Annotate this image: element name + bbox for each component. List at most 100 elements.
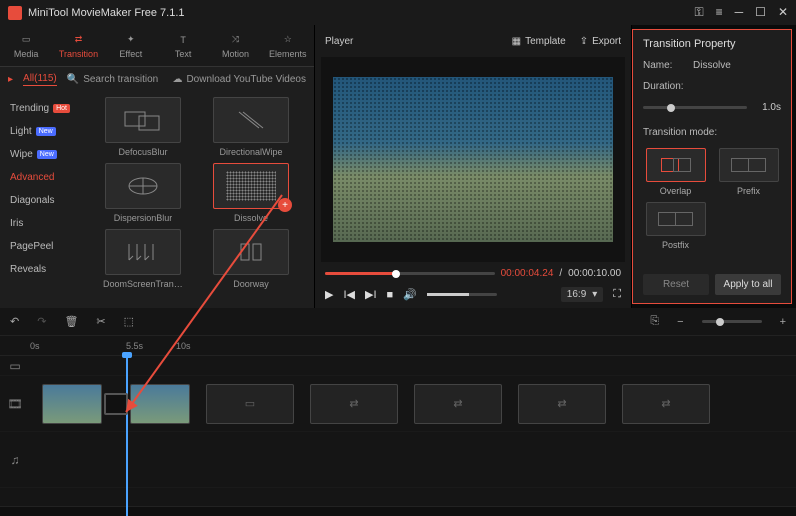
transition-clip[interactable] xyxy=(104,393,128,415)
cat-trending[interactable]: TrendingHot xyxy=(0,97,90,120)
audio-track[interactable] xyxy=(30,432,796,487)
thumb-doorway[interactable]: Doorway xyxy=(204,229,298,289)
search-placeholder: Search transition xyxy=(83,74,158,85)
menu-icon[interactable]: ≡ xyxy=(716,5,723,20)
mode-overlap[interactable]: Overlap xyxy=(643,148,708,196)
elements-icon: ☆ xyxy=(281,33,295,47)
reset-button[interactable]: Reset xyxy=(643,274,709,295)
name-value: Dissolve xyxy=(693,60,731,71)
thumb-dissolve[interactable]: + Dissolve xyxy=(204,163,298,223)
close-icon[interactable]: ✕ xyxy=(778,5,788,20)
cat-reveals[interactable]: Reveals xyxy=(0,258,90,281)
cat-iris[interactable]: Iris xyxy=(0,212,90,235)
clip-1[interactable] xyxy=(42,384,102,424)
maximize-icon[interactable]: ☐ xyxy=(755,5,766,20)
aspect-value: 16:9 xyxy=(567,289,586,300)
cat-pagepeel[interactable]: PagePeel xyxy=(0,235,90,258)
play-button[interactable]: ▶ xyxy=(325,288,333,301)
filter-all[interactable]: All(115) xyxy=(23,73,57,86)
duration-slider[interactable] xyxy=(643,106,747,109)
prev-button[interactable]: I◀ xyxy=(343,288,355,301)
player-seek-track[interactable] xyxy=(325,272,495,275)
delete-button[interactable]: 🗑 xyxy=(64,315,78,328)
cat-label: Wipe xyxy=(10,149,33,160)
ruler-mark: 10s xyxy=(176,341,191,351)
thumb-directionalwipe[interactable]: DirectionalWipe xyxy=(204,97,298,157)
cat-wipe[interactable]: Wipe New xyxy=(0,143,90,166)
chevron-down-icon: ▾ xyxy=(592,289,597,300)
tab-elements[interactable]: ☆ Elements xyxy=(262,25,314,66)
tab-media[interactable]: ▭Media xyxy=(0,25,52,66)
mode-prefix[interactable]: Prefix xyxy=(716,148,781,196)
zoom-out-button[interactable]: − xyxy=(677,316,683,328)
badge-new: New xyxy=(37,150,57,159)
chevron-down-icon[interactable]: ▸ xyxy=(8,74,13,85)
cat-label: Trending xyxy=(10,103,49,114)
track-video-icon[interactable]: 🎞 xyxy=(0,397,30,411)
duration-label: Duration: xyxy=(643,81,693,92)
clip-placeholder[interactable]: ⇄ xyxy=(518,384,606,424)
clip-placeholder[interactable]: ⇄ xyxy=(622,384,710,424)
tab-motion[interactable]: ⤨Motion xyxy=(209,25,261,66)
aspect-select[interactable]: 16:9 ▾ xyxy=(561,287,604,302)
library-tabs: ▭Media ⇄Transition ✦Effect TText ⤨Motion… xyxy=(0,25,314,67)
cat-label: Advanced xyxy=(10,172,54,183)
player-preview xyxy=(333,77,613,242)
apply-all-button[interactable]: Apply to all xyxy=(715,274,781,295)
cat-advanced[interactable]: Advanced xyxy=(0,166,90,189)
timeline-tracks: ▭ 🎞 ▭ ⇄ ⇄ ⇄ ⇄ ♫ xyxy=(0,356,796,506)
crop-button[interactable]: ⬚ xyxy=(124,315,134,328)
tab-label: Elements xyxy=(269,49,307,59)
export-label: Export xyxy=(592,36,621,47)
track-text-icon[interactable]: ▭ xyxy=(0,359,30,373)
slider-knob[interactable] xyxy=(667,104,675,112)
thumb-label: Dissolve xyxy=(234,213,268,223)
fullscreen-button[interactable]: ⛶ xyxy=(613,288,621,301)
cut-button[interactable]: ✂ xyxy=(96,315,105,328)
stop-button[interactable]: ■ xyxy=(387,289,394,301)
add-icon[interactable]: + xyxy=(278,198,292,212)
app-title: MiniTool MovieMaker Free 7.1.1 xyxy=(28,7,695,19)
key-icon[interactable]: ⚿ xyxy=(695,5,704,20)
volume-icon[interactable]: 🔊 xyxy=(403,288,417,301)
mode-postfix[interactable]: Postfix xyxy=(643,202,708,250)
clip-placeholder[interactable]: ⇄ xyxy=(414,384,502,424)
seek-knob[interactable] xyxy=(392,270,400,278)
tab-text[interactable]: TText xyxy=(157,25,209,66)
settings-icon[interactable]: ⎘ xyxy=(650,315,659,328)
redo-button[interactable]: ↷ xyxy=(37,315,46,328)
thumb-defocusblur[interactable]: DefocusBlur xyxy=(96,97,190,157)
tab-transition[interactable]: ⇄Transition xyxy=(52,25,104,66)
next-button[interactable]: ▶I xyxy=(365,288,377,301)
time-current: 00:00:04.24 xyxy=(501,268,554,279)
thumb-label: DefocusBlur xyxy=(118,147,167,157)
timeline-ruler[interactable]: 0s 5.5s 10s xyxy=(0,336,796,356)
undo-button[interactable]: ↶ xyxy=(10,315,19,328)
thumb-doomscreen[interactable]: DoomScreenTransit… xyxy=(96,229,190,289)
clip-2[interactable] xyxy=(130,384,190,424)
cloud-icon: ☁ xyxy=(172,74,182,85)
zoom-in-button[interactable]: + xyxy=(780,316,786,328)
minimize-icon[interactable]: ─ xyxy=(735,5,744,20)
timeline-scrollbar[interactable] xyxy=(0,506,796,516)
volume-slider[interactable] xyxy=(427,293,497,296)
ruler-mark: 5.5s xyxy=(126,341,143,351)
video-track[interactable]: ▭ ⇄ ⇄ ⇄ ⇄ xyxy=(30,376,796,431)
cat-label: Diagonals xyxy=(10,195,54,206)
search-input[interactable]: 🔍 Search transition xyxy=(67,74,163,85)
export-button[interactable]: ⇪Export xyxy=(580,36,621,47)
ruler-mark: 0s xyxy=(30,341,40,351)
filter-row: ▸ All(115) 🔍 Search transition ☁ Downloa… xyxy=(0,67,314,91)
cat-diagonals[interactable]: Diagonals xyxy=(0,189,90,212)
clip-placeholder[interactable]: ▭ xyxy=(206,384,294,424)
template-button[interactable]: ▦Template xyxy=(512,36,566,47)
clip-placeholder[interactable]: ⇄ xyxy=(310,384,398,424)
tab-effect[interactable]: ✦Effect xyxy=(105,25,157,66)
cat-light[interactable]: LightNew xyxy=(0,120,90,143)
download-link[interactable]: ☁ Download YouTube Videos xyxy=(172,74,306,85)
dissolve-pattern-icon xyxy=(226,171,276,201)
thumb-dispersionblur[interactable]: DispersionBlur xyxy=(96,163,190,223)
track-audio-icon[interactable]: ♫ xyxy=(0,453,30,467)
zoom-slider[interactable] xyxy=(702,320,762,323)
mode-label-text: Postfix xyxy=(662,240,689,250)
